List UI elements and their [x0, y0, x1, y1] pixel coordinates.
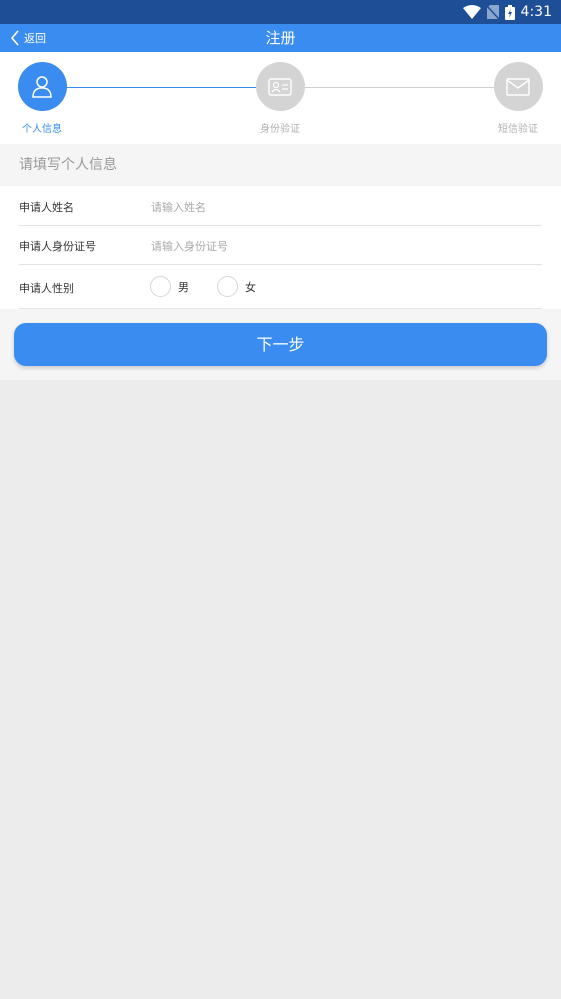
section-title: 请填写个人信息 — [0, 144, 561, 186]
step-sms-verification: 短信验证 — [488, 62, 548, 135]
status-bar: 4:31 — [0, 0, 561, 24]
step-line-inactive — [304, 87, 494, 88]
app-bar: 返回 注册 — [0, 24, 561, 52]
name-label: 申请人姓名 — [19, 201, 74, 214]
mail-icon — [506, 77, 530, 96]
button-area: 下一步 — [0, 309, 561, 380]
status-time: 4:31 — [520, 4, 552, 20]
step-personal-info: 个人信息 — [12, 62, 72, 135]
gender-male-radio[interactable]: 男 — [150, 276, 189, 297]
id-number-input[interactable]: 请输入身份证号 — [151, 238, 228, 254]
step-label: 个人信息 — [22, 124, 62, 135]
wifi-icon — [462, 5, 481, 19]
gender-female-label: 女 — [245, 280, 256, 294]
name-row: 申请人姓名 请输入姓名 — [19, 186, 542, 226]
step-label: 身份验证 — [260, 124, 300, 135]
registration-stepper: 个人信息 身份验证 短信验证 — [0, 52, 561, 144]
page-title: 注册 — [265, 29, 296, 47]
person-icon — [32, 75, 52, 98]
step-identity-verification: 身份验证 — [250, 62, 310, 135]
id-number-row: 申请人身份证号 请输入身份证号 — [19, 226, 542, 265]
gender-label: 申请人性别 — [19, 282, 74, 295]
no-sim-icon — [486, 5, 499, 19]
radio-circle — [150, 276, 171, 297]
personal-info-form: 申请人姓名 请输入姓名 申请人身份证号 请输入身份证号 申请人性别 男 女 — [0, 186, 561, 309]
step-label: 短信验证 — [498, 124, 538, 135]
id-card-icon — [268, 77, 292, 96]
gender-row: 申请人性别 男 女 — [19, 265, 542, 309]
radio-circle — [217, 276, 238, 297]
battery-charging-icon — [504, 4, 515, 20]
id-number-label: 申请人身份证号 — [19, 240, 96, 253]
name-input[interactable]: 请输入姓名 — [151, 199, 206, 215]
gender-female-radio[interactable]: 女 — [217, 276, 256, 297]
gender-male-label: 男 — [178, 280, 189, 294]
step-line-active — [66, 87, 256, 88]
next-step-button[interactable]: 下一步 — [14, 323, 547, 366]
